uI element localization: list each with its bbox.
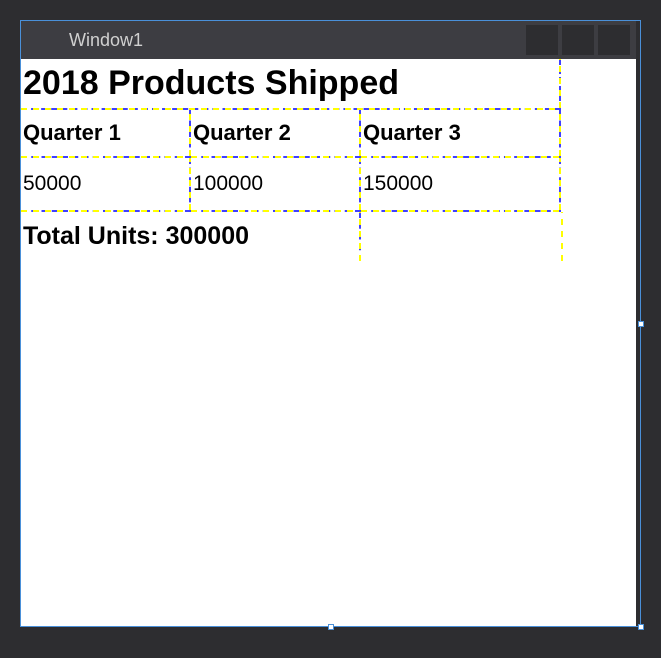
- window-title: Window1: [69, 30, 143, 51]
- layout-grid: 2018 Products Shipped Quarter 1 Quarter …: [21, 59, 636, 261]
- column-header-cell[interactable]: Quarter 1: [21, 110, 191, 158]
- window: Window1 2018 Products Shipped Quarter 1 …: [21, 21, 636, 626]
- cell-value: 150000: [363, 162, 557, 206]
- column-header: Quarter 1: [23, 114, 187, 152]
- value-cell[interactable]: 150000: [361, 158, 561, 212]
- value-cell[interactable]: 100000: [191, 158, 361, 212]
- designer-selection[interactable]: Window1 2018 Products Shipped Quarter 1 …: [20, 20, 641, 627]
- value-cell[interactable]: 50000: [21, 158, 191, 212]
- maximize-button[interactable]: [562, 25, 594, 55]
- total-label: Total Units: 300000: [23, 216, 357, 257]
- resize-handle-corner-icon[interactable]: [638, 624, 644, 630]
- cell-value: 50000: [23, 162, 187, 206]
- page-heading: 2018 Products Shipped: [23, 63, 557, 104]
- resize-handle-bottom-icon[interactable]: [328, 624, 334, 630]
- resize-handle-right-icon[interactable]: [638, 321, 644, 327]
- close-button[interactable]: [598, 25, 630, 55]
- empty-cell[interactable]: [361, 212, 561, 261]
- column-header: Quarter 2: [193, 114, 357, 152]
- column-header: Quarter 3: [363, 114, 557, 152]
- window-content: 2018 Products Shipped Quarter 1 Quarter …: [21, 59, 636, 626]
- window-controls: [526, 25, 630, 55]
- cell-value: 100000: [193, 162, 357, 206]
- heading-cell[interactable]: 2018 Products Shipped: [21, 59, 561, 110]
- column-header-cell[interactable]: Quarter 3: [361, 110, 561, 158]
- window-titlebar[interactable]: Window1: [21, 21, 636, 59]
- column-header-cell[interactable]: Quarter 2: [191, 110, 361, 158]
- total-cell[interactable]: Total Units: 300000: [21, 212, 361, 261]
- minimize-button[interactable]: [526, 25, 558, 55]
